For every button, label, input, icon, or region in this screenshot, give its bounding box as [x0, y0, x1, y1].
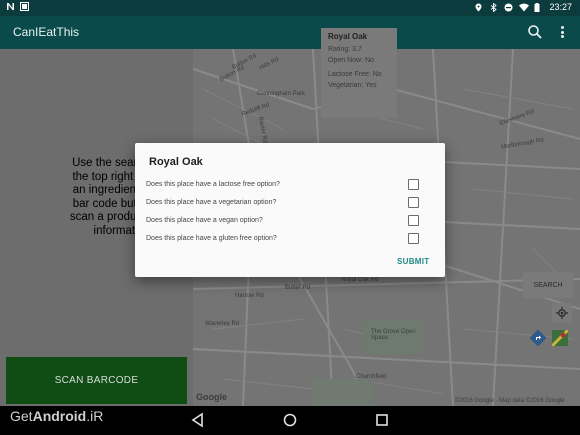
watermark: GetAndroid.iR: [10, 408, 103, 424]
vegan-checkbox[interactable]: [408, 215, 419, 226]
watermark-part1: Get: [10, 408, 33, 424]
question-row-lactose[interactable]: Does this place have a lactose free opti…: [146, 178, 436, 194]
back-icon[interactable]: [190, 412, 206, 428]
wifi-icon: [519, 3, 530, 12]
question-label: Does this place have a vegetarian option…: [146, 199, 277, 206]
question-row-gluten[interactable]: Does this place have a gluten free optio…: [146, 232, 436, 248]
dialog-title: Royal Oak: [149, 156, 203, 168]
info-window-open-now: Open Now: No: [328, 57, 374, 64]
question-label: Does this place have a lactose free opti…: [146, 181, 280, 188]
map-search-button[interactable]: SEARCH: [523, 272, 573, 298]
question-label: Does this place have a vegan option?: [146, 217, 263, 224]
map-toolbar: [529, 328, 570, 348]
map-street-label: The Grove Open Space: [371, 329, 416, 341]
image-notification-icon: [20, 2, 29, 11]
dietary-options-dialog: Royal Oak Does this place have a lactose…: [135, 143, 445, 277]
open-in-maps-icon[interactable]: [550, 328, 570, 348]
question-row-vegan[interactable]: Does this place have a vegan option?: [146, 214, 436, 230]
home-icon[interactable]: [282, 412, 298, 428]
battery-icon: [534, 2, 543, 12]
question-label: Does this place have a gluten free optio…: [146, 235, 277, 242]
map-street-label: Churchfield: [356, 374, 387, 380]
search-icon[interactable]: [527, 24, 543, 40]
submit-button[interactable]: SUBMIT: [397, 257, 429, 266]
directions-icon[interactable]: [529, 329, 547, 347]
watermark-part2: Android: [32, 408, 87, 424]
info-window-vegetarian: Vegetarian: Yes: [328, 82, 377, 89]
my-location-icon[interactable]: [552, 303, 572, 323]
notification-n-icon: [6, 2, 15, 11]
watermark-part3: .iR: [86, 408, 104, 424]
map-street-label: Harrow Rd: [235, 293, 264, 299]
map-street-label: Butler Rd: [285, 285, 311, 291]
status-time: 23:27: [549, 2, 572, 12]
map-attribution: ©2016 Google - Map data ©2016 Google: [455, 398, 565, 404]
question-row-vegetarian[interactable]: Does this place have a vegetarian option…: [146, 196, 436, 212]
app-title: CanIEatThis: [13, 25, 80, 39]
minus-circle-icon: [504, 3, 513, 12]
scan-barcode-button[interactable]: SCAN BARCODE: [6, 357, 187, 404]
recents-icon[interactable]: [374, 412, 390, 428]
location-icon: [474, 3, 483, 12]
map-street-label: Royal Oak Rd: [341, 277, 379, 283]
app-toolbar: CanIEatThis: [0, 16, 580, 49]
info-window-name: Royal Oak: [328, 32, 368, 41]
map-street-label: Cunningham Park: [257, 91, 306, 97]
bluetooth-icon: [489, 2, 498, 12]
gluten-checkbox[interactable]: [408, 233, 419, 244]
status-bar: 23:27: [0, 0, 580, 16]
info-window-rating: Rating: 3.7: [328, 46, 362, 53]
info-window-lactose: Lactose Free: No: [328, 71, 382, 78]
overflow-menu-icon[interactable]: [556, 24, 568, 40]
google-logo: Google: [196, 392, 227, 402]
map-street-label: Waverley Rd: [205, 321, 240, 327]
lactose-checkbox[interactable]: [408, 179, 419, 190]
map-info-window[interactable]: Royal Oak Rating: 3.7 Open Now: No Lacto…: [321, 28, 397, 118]
vegetarian-checkbox[interactable]: [408, 197, 419, 208]
